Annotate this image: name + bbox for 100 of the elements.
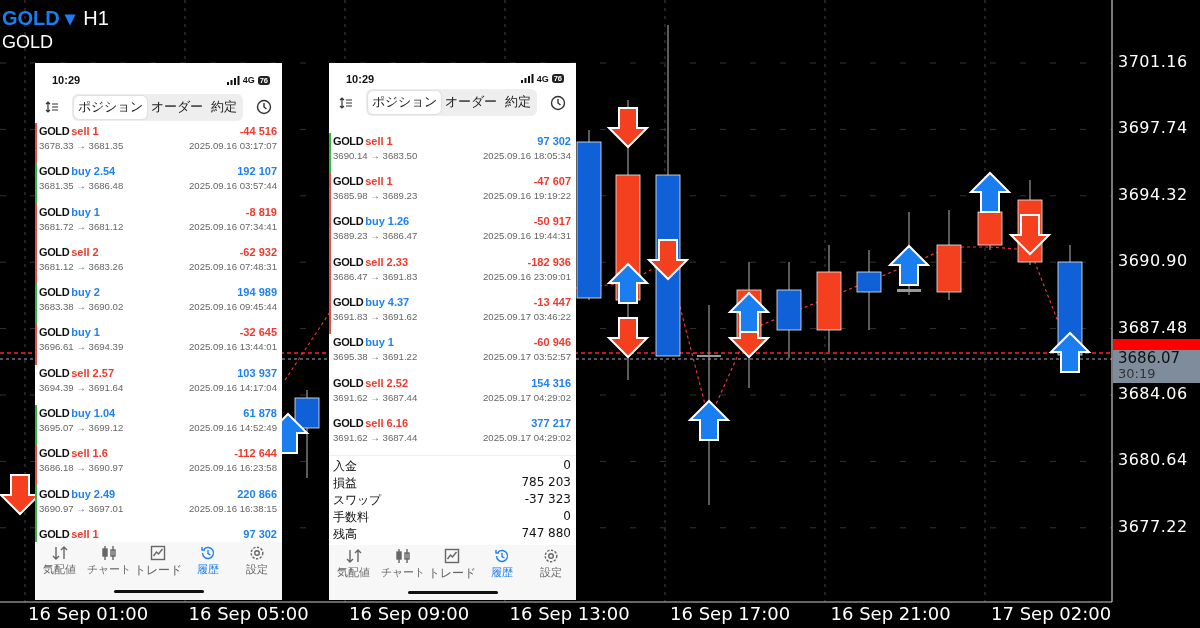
profit-value: -13 447: [533, 295, 571, 308]
summary-label: 損益: [333, 475, 357, 493]
segment-tab[interactable]: オーダー: [441, 91, 501, 115]
price-range: 3691.62 → 3687.44: [333, 431, 418, 443]
trade-time: 2025.09.17 03:52:57: [482, 351, 571, 363]
time-label: 16 Sep 01:00: [28, 603, 149, 624]
trade-row[interactable]: GOLD buy 1.26 -50 917 3689.23 → 3686.47 2025.09.16 19:44:31: [329, 213, 576, 254]
sell-arrow-icon: [646, 239, 690, 281]
network-label: 4G: [242, 75, 255, 85]
order-label: buy 1: [365, 336, 394, 349]
summary-value: -37 323: [524, 492, 571, 509]
order-label: sell 1: [365, 175, 393, 187]
time-label: 16 Sep 17:00: [670, 603, 791, 624]
clock-icon[interactable]: [256, 99, 272, 115]
segment-tab[interactable]: ポジション: [74, 95, 147, 119]
symbol-label: GOLD: [333, 336, 364, 349]
trade-row[interactable]: GOLD buy 2 194 989 3683.38 → 3690.02 2025.09.16 09:45:44: [35, 284, 282, 325]
trade-time: 2025.09.16 07:34:41: [188, 220, 277, 232]
tab-item[interactable]: トレード: [427, 548, 477, 583]
trade-row[interactable]: GOLD buy 1 -32 645 3696.61 → 3694.39 2025.09.16 13:44:01: [35, 324, 282, 365]
trade-time: 2025.09.17 04:29:02: [482, 431, 571, 443]
status-time: 10:29: [52, 74, 81, 86]
tab-item[interactable]: 気配値: [329, 548, 379, 583]
price-range: 3696.61 → 3694.39: [39, 341, 124, 353]
sort-icon[interactable]: [339, 96, 353, 109]
trade-row[interactable]: GOLD sell 1 97 302: [35, 525, 282, 542]
segment-tab[interactable]: 約定: [207, 95, 241, 119]
trade-row[interactable]: GOLD buy 1 -8 819 3681.72 → 3681.12 2025.09.16 07:34:41: [35, 203, 282, 244]
order-label: sell 1.6: [71, 447, 108, 460]
tab-item[interactable]: 履歴: [477, 548, 527, 583]
summary-value: 0: [563, 509, 571, 526]
tab-item[interactable]: 履歴: [183, 545, 233, 580]
trade-row[interactable]: GOLD sell 2.33 -182 936 3686.47 → 3691.83 2025.09.16 23:09:01: [329, 253, 576, 294]
summary-label: 手数料: [333, 509, 369, 527]
profit-value: 377 217: [531, 416, 571, 429]
bar-countdown: 30:19: [1118, 366, 1157, 382]
price-range: 3686.18 → 3690.97: [39, 462, 124, 474]
symbol-label: GOLD: [39, 205, 70, 218]
clock-icon[interactable]: [550, 94, 566, 111]
trade-row[interactable]: GOLD buy 1 -60 946 3695.38 → 3691.22 2025.09.17 03:52:57: [329, 334, 576, 375]
profit-value: -47 607: [533, 175, 571, 187]
price-range: 3691.62 → 3687.44: [333, 391, 418, 403]
price-label: 3680.64: [1118, 450, 1188, 470]
trade-row[interactable]: GOLD sell 1 -44 516 3678.33 → 3681.35 2025.09.16 03:17:07: [35, 123, 282, 164]
segment-tab[interactable]: 約定: [501, 91, 535, 115]
sell-arrow-icon: [606, 107, 650, 149]
order-label: buy 2.54: [71, 165, 116, 178]
network-label: 4G: [536, 73, 549, 84]
trade-time: 2025.09.16 09:45:44: [188, 301, 277, 313]
trade-row[interactable]: GOLD sell 2.57 103 937 3694.39 → 3691.64 2025.09.16 14:17:04: [35, 364, 282, 406]
trade-row[interactable]: GOLD buy 1.04 61 878 3695.07 → 3699.12 2025.09.16 14:52:49: [35, 405, 282, 446]
segment-tab[interactable]: ポジション: [368, 91, 441, 115]
price-label: 3690.90: [1118, 251, 1188, 271]
symbol-selector[interactable]: GOLD ▾: [2, 6, 76, 30]
buy-arrow-icon: [968, 171, 1012, 213]
trade-time: 2025.09.16 16:38:15: [188, 502, 277, 514]
order-label: buy 1: [71, 205, 100, 218]
order-label: buy 1: [71, 326, 100, 339]
settings-icon: [249, 545, 266, 561]
segment-tab[interactable]: オーダー: [147, 95, 207, 119]
trade-row[interactable]: GOLD sell 1 -47 607 3685.98 → 3689.23 2025.09.16 19:19:22: [329, 173, 576, 214]
order-label: buy 2.49: [71, 487, 116, 500]
price-range: 3689.23 → 3686.47: [333, 230, 418, 242]
profit-value: -44 516: [239, 125, 277, 137]
symbol-label: GOLD: [39, 447, 70, 460]
profit-value: 97 302: [243, 527, 277, 540]
price-range: 3686.47 → 3691.83: [333, 270, 418, 282]
trade-time: 2025.09.16 19:44:31: [482, 230, 571, 242]
trade-row[interactable]: GOLD buy 2.54 192 107 3681.35 → 3686.48 2025.09.16 03:57:44: [35, 163, 282, 204]
tab-item[interactable]: トレード: [133, 545, 183, 580]
trade-row[interactable]: GOLD sell 2.52 154 316 3691.62 → 3687.44 2025.09.17 04:29:02: [329, 374, 576, 415]
price-range: 3691.83 → 3691.62: [333, 310, 418, 322]
price-range: 3694.39 → 3691.64: [39, 381, 124, 393]
price-range: 3681.12 → 3683.26: [39, 260, 124, 272]
profit-value: 103 937: [237, 366, 277, 379]
profit-value: -8 819: [245, 205, 277, 218]
trade-row[interactable]: GOLD buy 4.37 -13 447 3691.83 → 3691.62 2025.09.17 03:46:22: [329, 293, 576, 335]
trade-row[interactable]: GOLD sell 1.6 -112 644 3686.18 → 3690.97 2025.09.16 16:23:58: [35, 445, 282, 486]
trade-link-line: [284, 311, 331, 381]
tab-item[interactable]: 気配値: [35, 545, 85, 580]
trade-time: 2025.09.16 16:23:58: [188, 462, 277, 474]
buy-arrow-icon: [606, 262, 650, 304]
profit-value: -50 917: [533, 215, 571, 228]
trade-row[interactable]: GOLD sell 2 -62 932 3681.12 → 3683.26 2025.09.16 07:48:31: [35, 243, 282, 285]
tab-item[interactable]: チャート: [84, 545, 134, 580]
candlestick: [977, 211, 1003, 251]
buy-arrow-icon: [1048, 331, 1092, 373]
trade-row[interactable]: GOLD buy 2.49 220 866 3690.97 → 3697.01 2025.09.16 16:38:15: [35, 485, 282, 526]
trade-row[interactable]: GOLD sell 1 97 302 3690.14 → 3683.50 2025.09.16 18:05:34: [329, 132, 576, 173]
order-label: sell 2.57: [71, 366, 114, 379]
tab-item[interactable]: チャート: [378, 548, 428, 583]
price-label: 3677.22: [1118, 516, 1188, 536]
sort-icon[interactable]: [45, 101, 59, 113]
trade-time: 2025.09.16 13:44:01: [188, 341, 277, 353]
trade-row[interactable]: GOLD sell 6.16 377 217 3691.62 → 3687.44 2025.09.17 04:29:02: [329, 414, 576, 456]
profit-value: -60 946: [533, 336, 571, 349]
tab-item[interactable]: 設定: [526, 548, 576, 583]
tab-item[interactable]: 設定: [232, 545, 282, 580]
trade-time: 2025.09.16 03:17:07: [188, 140, 277, 151]
symbol-label: GOLD: [39, 527, 70, 540]
